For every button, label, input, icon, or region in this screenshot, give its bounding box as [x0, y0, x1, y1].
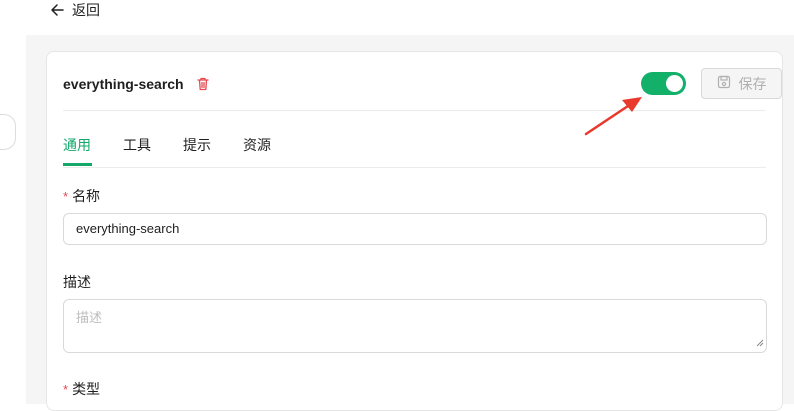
- back-label: 返回: [72, 2, 100, 18]
- description-field-label: 描述: [63, 274, 91, 290]
- tab-prompts[interactable]: 提示: [183, 135, 211, 155]
- tab-tools[interactable]: 工具: [123, 135, 151, 155]
- required-mark: *: [63, 189, 69, 204]
- name-input[interactable]: everything-search: [63, 213, 767, 245]
- enable-toggle[interactable]: [641, 72, 686, 95]
- tab-general[interactable]: 通用: [63, 135, 91, 155]
- tab-resources[interactable]: 资源: [243, 135, 271, 155]
- left-gutter: [0, 0, 26, 404]
- arrow-left-icon: [50, 3, 64, 17]
- resize-grip-icon[interactable]: [756, 335, 764, 350]
- save-icon: [717, 75, 731, 92]
- tab-bar: 通用 工具 提示 资源: [63, 111, 766, 168]
- active-tab-indicator: [63, 163, 92, 166]
- sidebar-collapse-handle[interactable]: [0, 114, 16, 150]
- back-button[interactable]: 返回: [50, 0, 100, 20]
- card-header: everything-search 保存: [63, 52, 782, 111]
- save-label: 保存: [738, 75, 767, 92]
- plugin-name: everything-search: [63, 76, 184, 92]
- toggle-knob: [666, 75, 683, 92]
- delete-icon[interactable]: [195, 76, 211, 92]
- type-field-label: * 类型: [63, 381, 101, 397]
- description-placeholder: 描述: [76, 310, 103, 325]
- save-button[interactable]: 保存: [701, 68, 782, 99]
- plugin-card: everything-search 保存 通用 工具 提示 资源 * 名称 ev…: [46, 51, 783, 411]
- description-textarea[interactable]: 描述: [63, 299, 767, 353]
- name-field-label: * 名称: [63, 188, 101, 204]
